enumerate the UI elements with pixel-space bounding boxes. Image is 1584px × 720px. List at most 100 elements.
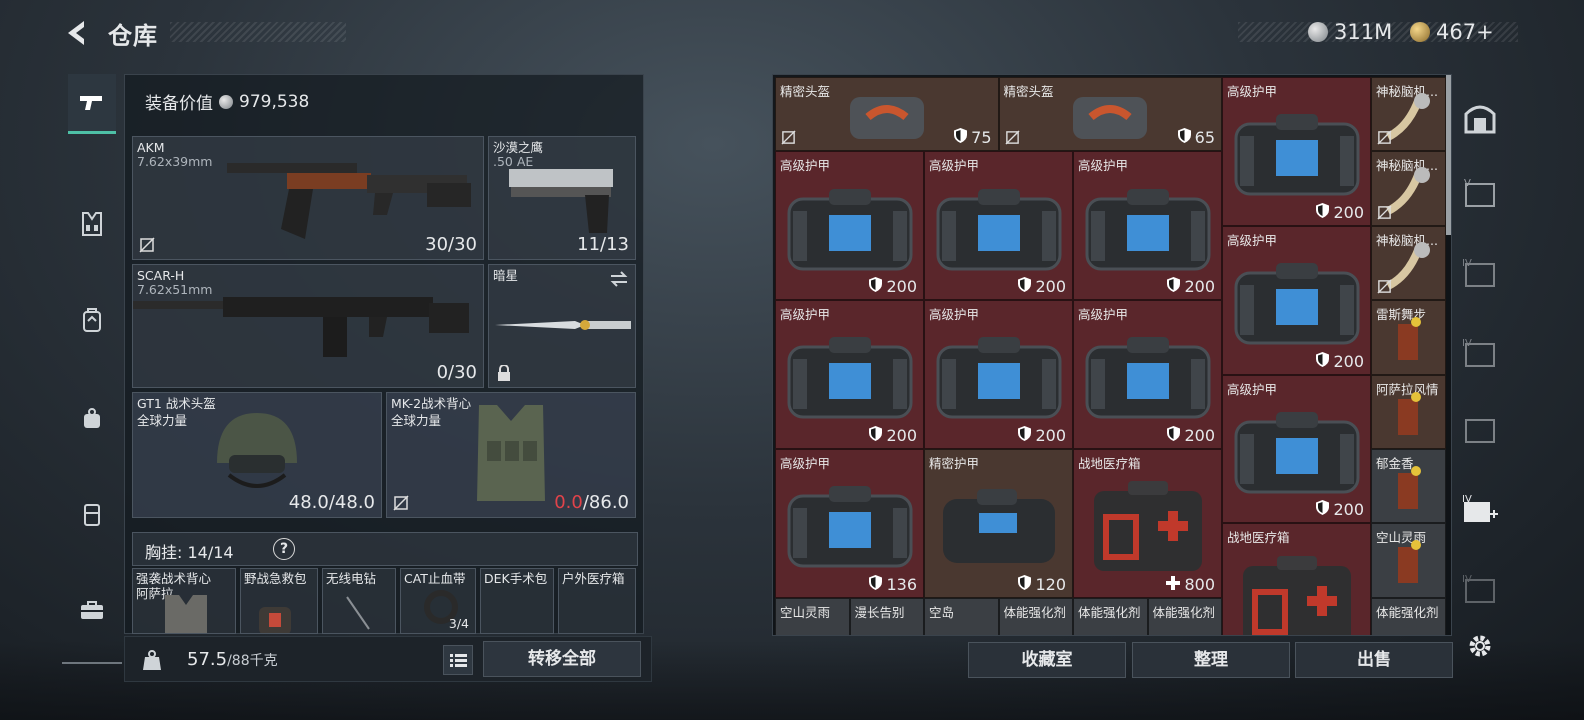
storage-item[interactable]: 高级护甲 200 <box>924 300 1073 449</box>
primary-weapon-slot[interactable]: AKM 7.62x39mm 30/30 <box>132 136 484 260</box>
rig-item-name: DEK手术包 <box>484 571 548 586</box>
back-arrow-icon[interactable] <box>62 18 92 48</box>
tab-storage-iv-2[interactable]: IV <box>1460 334 1500 374</box>
helmet-icon <box>217 413 297 488</box>
vest-icon <box>165 595 207 633</box>
item-name: 体能强化剂 <box>1376 604 1439 620</box>
add-storage-button[interactable]: IV <box>1460 490 1500 530</box>
shield-icon <box>1018 574 1032 594</box>
storage-item[interactable]: 神秘脑机... <box>1371 77 1446 152</box>
item-value-text: 200 <box>886 277 917 297</box>
storage-item[interactable]: 高级护甲 200 <box>1073 300 1222 449</box>
storage-item[interactable]: 雷斯舞步 <box>1371 300 1446 375</box>
storage-item[interactable]: 空山灵雨 <box>775 597 850 635</box>
storage-item[interactable]: 郁金香 <box>1371 449 1446 524</box>
tab-storage-iv-1[interactable]: IV <box>1460 254 1500 294</box>
sell-button[interactable]: 出售 <box>1295 642 1453 678</box>
ammo-count: 30/30 <box>425 234 477 255</box>
collection-room-button[interactable]: 收藏室 <box>968 642 1126 678</box>
melee-slot[interactable]: 暗星 <box>488 264 636 388</box>
lock-icon <box>498 365 510 381</box>
medbox-item-icon <box>1088 477 1208 581</box>
list-icon <box>450 654 467 667</box>
tab-storage-v[interactable]: V <box>1460 174 1500 214</box>
gear-icon <box>1469 635 1491 657</box>
helmet-brand: 全球力量 <box>137 413 188 428</box>
item-value-text: 200 <box>1333 202 1364 222</box>
rig-slot[interactable]: DEK手术包 <box>480 568 554 634</box>
storage-item[interactable]: 精密护甲 120 <box>924 449 1073 598</box>
rig-slot[interactable]: 户外医疗箱 <box>558 568 636 634</box>
pistol-icon <box>509 169 613 233</box>
tab-pouch[interactable] <box>68 388 116 448</box>
sidearm-slot[interactable]: 沙漠之鹰 .50 AE 11/13 <box>488 136 636 260</box>
armor-item-icon <box>1232 110 1362 204</box>
storage-item[interactable]: 神秘脑机... <box>1371 151 1446 226</box>
rig-slot[interactable]: 野战急救包 <box>240 568 318 634</box>
page-title: 仓库 <box>108 22 158 50</box>
medkit-icon <box>259 607 291 633</box>
item-name: 精密护甲 <box>929 456 980 471</box>
item-value-text: 200 <box>1035 277 1066 297</box>
weight-current: 57.5 <box>187 649 228 670</box>
tab-backpack[interactable] <box>68 290 116 350</box>
storage-item[interactable]: 高级护甲 200 <box>1222 77 1371 226</box>
storage-item[interactable]: 体能强化剂 <box>1073 597 1148 635</box>
coins-amount: 311M <box>1334 20 1393 44</box>
chest-rig-header[interactable]: 胸挂: 14/14 ? <box>132 532 638 566</box>
storage-item[interactable]: 战地医疗箱 <box>1222 523 1371 635</box>
storage-item[interactable]: 高级护甲 136 <box>775 449 924 598</box>
list-view-button[interactable] <box>443 645 473 675</box>
knife-icon <box>495 320 631 330</box>
tab-weapons[interactable] <box>68 74 116 134</box>
storage-item[interactable]: 空山灵雨 <box>1371 523 1446 598</box>
storage-item[interactable]: 精密头盔 75 <box>775 77 999 152</box>
storage-item[interactable]: 高级护甲 200 <box>1222 374 1371 524</box>
storage-iv-icon: IV <box>1462 258 1495 287</box>
rig-slot[interactable]: 强袭战术背心 阿萨拉 <box>132 568 236 634</box>
storage-scrollbar[interactable] <box>1446 75 1451 235</box>
storage-item[interactable]: 高级护甲 200 <box>775 151 924 301</box>
storage-item[interactable]: 漫长告别 <box>849 597 924 635</box>
weapon-caliber: 7.62x39mm <box>137 154 213 169</box>
sort-button[interactable]: 整理 <box>1132 642 1290 678</box>
rig-slot[interactable]: CAT止血带 3/4 <box>400 568 476 634</box>
tab-storage-iv-3[interactable] <box>1460 410 1500 450</box>
item-value-text: 65 <box>1194 128 1215 148</box>
swap-icon[interactable] <box>609 271 629 287</box>
currency-coins[interactable]: 311M <box>1308 18 1392 46</box>
storage-item[interactable]: 战地医疗箱 800 <box>1073 449 1222 598</box>
storage-item[interactable]: 空岛 <box>924 597 999 635</box>
help-icon[interactable]: ? <box>273 538 295 560</box>
storage-item[interactable]: 高级护甲 200 <box>775 300 924 449</box>
storage-item[interactable]: 神秘脑机... <box>1371 225 1446 301</box>
item-value-text: 75 <box>971 128 992 148</box>
storage-item[interactable]: 体能强化剂 <box>998 597 1073 635</box>
item-name: 空岛 <box>929 604 955 620</box>
armor-vest-icon <box>477 405 545 501</box>
storage-item[interactable]: 阿萨拉风情 <box>1371 374 1446 449</box>
storage-item[interactable]: 高级护甲 200 <box>1073 151 1222 301</box>
helmet-slot[interactable]: GT1 战术头盔 全球力量 48.0/48.0 <box>132 392 382 518</box>
storage-item[interactable]: 体能强化剂 <box>1371 597 1446 635</box>
tab-toolbox[interactable] <box>68 580 116 640</box>
secondary-weapon-slot[interactable]: SCAR-H 7.62x51mm 0/30 <box>132 264 484 388</box>
rig-item-name: 无线电钻 <box>326 571 377 586</box>
storage-tabs: V IV IV IV IV <box>1456 74 1504 684</box>
tab-vest[interactable] <box>68 194 116 254</box>
storage-item[interactable]: 高级护甲 200 <box>924 151 1073 301</box>
storage-item[interactable]: 体能强化剂 <box>1147 597 1222 635</box>
coin-icon <box>219 94 233 109</box>
tab-storage-iv-4[interactable]: IV <box>1460 570 1500 610</box>
storage-item[interactable]: 精密头盔 65 <box>998 77 1222 152</box>
premium-coin-icon <box>1410 22 1430 42</box>
tab-container[interactable] <box>68 484 116 544</box>
weight-readout: 57.5/88千克 <box>187 649 278 670</box>
tab-storage-main[interactable] <box>1460 98 1500 138</box>
armor-slot[interactable]: MK-2战术背心 全球力量 0.0/86.0 <box>386 392 636 518</box>
storage-item[interactable]: 高级护甲 200 <box>1222 225 1371 375</box>
currency-premium[interactable]: 467+ <box>1410 18 1494 46</box>
rig-slot[interactable]: 无线电钻 <box>322 568 396 634</box>
settings-button[interactable] <box>1460 626 1500 666</box>
transfer-all-button[interactable]: 转移全部 <box>483 641 641 677</box>
